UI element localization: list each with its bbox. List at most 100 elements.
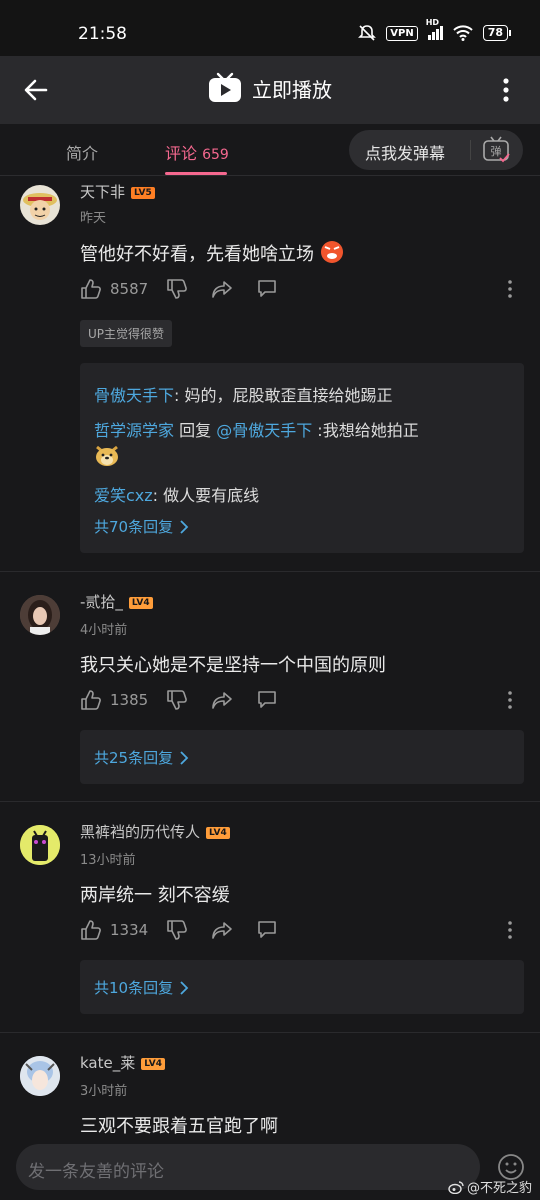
tab-intro[interactable]: 简介 <box>66 140 98 164</box>
username[interactable]: 黑裤裆的历代传人 LV4 <box>80 821 230 842</box>
watermark-text: @不死之豹 <box>466 1181 532 1196</box>
like-button[interactable]: 1334 <box>80 919 148 941</box>
level-badge: LV4 <box>141 1058 165 1070</box>
danmaku-button-label: 点我发弹幕 <box>365 144 446 163</box>
comment-text: 管他好不好看，先看她啥立场 <box>80 240 344 266</box>
tab-comments[interactable]: 评论 659 <box>165 140 229 164</box>
comment-item: 天下非 LV5 昨天 管他好不好看，先看她啥立场 8587 UP主觉得很赞 骨傲天… <box>0 177 540 572</box>
view-all-replies-label: 共10条回复 <box>94 979 174 997</box>
view-all-replies-label: 共70条回复 <box>94 518 174 536</box>
watermark: @不死之豹 <box>448 1177 532 1196</box>
like-count: 8587 <box>110 280 149 298</box>
wifi-icon <box>452 25 473 41</box>
share-button[interactable] <box>211 689 233 711</box>
level-badge: LV5 <box>131 187 155 199</box>
view-all-replies[interactable]: 共10条回复 <box>94 977 189 998</box>
status-bar: 21:58 VPN HD 78 <box>0 0 540 56</box>
reply-line[interactable]: 爱笑cxz: 做人要有底线 <box>94 482 259 506</box>
up-liked-badge: UP主觉得很赞 <box>80 320 173 347</box>
username-text: 天下非 <box>80 183 126 201</box>
avatar[interactable] <box>20 185 60 225</box>
avatar[interactable] <box>20 1056 60 1096</box>
reply-username[interactable]: 爱笑cxz <box>94 486 153 505</box>
share-button[interactable] <box>211 278 233 300</box>
view-all-replies[interactable]: 共70条回复 <box>94 516 189 537</box>
like-button[interactable]: 8587 <box>80 278 148 300</box>
username[interactable]: -贰拾_ LV4 <box>80 591 153 612</box>
like-button[interactable]: 1385 <box>80 689 148 711</box>
more-dots-icon <box>508 691 512 709</box>
page-title: 立即播放 <box>252 77 332 102</box>
username-text: kate_莱 <box>80 1054 136 1072</box>
comment-actions: 1334 <box>80 919 520 943</box>
comment-actions: 8587 <box>80 278 520 302</box>
reply-button[interactable] <box>256 278 278 300</box>
comment-more-button[interactable] <box>500 278 520 300</box>
reply-button[interactable] <box>256 919 278 941</box>
more-dots-icon <box>508 280 512 298</box>
doge-emoji-icon <box>96 445 118 466</box>
play-now[interactable]: 立即播放 <box>0 72 540 104</box>
reply-mention[interactable]: @骨傲天手下 <box>216 421 312 440</box>
comment-more-button[interactable] <box>500 689 520 711</box>
comment-item: 黑裤裆的历代传人 LV4 13小时前 两岸统一 刻不容缓 1334 共10条回复 <box>0 802 540 1033</box>
comment-bubble-icon <box>258 691 276 708</box>
username[interactable]: kate_莱 LV4 <box>80 1052 165 1073</box>
tab-bar: 简介 评论 659 点我发弹幕 弹 <box>0 124 540 176</box>
battery-icon: 78 <box>482 25 512 41</box>
top-bar: 立即播放 <box>0 56 540 124</box>
comment-time: 昨天 <box>80 211 107 226</box>
network-type: HD <box>425 18 440 27</box>
danmaku-icon-label: 弹 <box>491 144 502 158</box>
dislike-button[interactable] <box>166 278 188 300</box>
dislike-button[interactable] <box>166 919 188 941</box>
comment-bubble-icon <box>258 921 276 938</box>
status-icons: VPN HD 78 <box>358 18 512 42</box>
comment-input[interactable]: 发一条友善的评论 <box>16 1144 480 1190</box>
more-menu-icon[interactable] <box>490 74 522 106</box>
reply-to-label: 回复 <box>174 421 217 440</box>
comment-item: kate_莱 LV4 3小时前 三观不要跟着五官跑了啊 <box>0 1033 540 1137</box>
avatar[interactable] <box>20 595 60 635</box>
reply-preview[interactable]: 共25条回复 <box>80 730 524 784</box>
comment-more-button[interactable] <box>500 919 520 941</box>
thumb-up-icon <box>81 920 101 940</box>
comment-input-bar: 发一条友善的评论 @不死之豹 <box>0 1136 540 1200</box>
view-all-replies-label: 共25条回复 <box>94 749 174 767</box>
level-badge: LV4 <box>128 597 153 609</box>
thumb-up-icon <box>81 279 101 299</box>
avatar[interactable] <box>20 825 60 865</box>
dislike-button[interactable] <box>166 689 188 711</box>
comment-text: 我只关心她是不是坚持一个中国的原则 <box>80 655 386 676</box>
view-all-replies[interactable]: 共25条回复 <box>94 747 189 768</box>
more-dots-icon <box>508 921 512 939</box>
reply-text: : 妈的，屁股敢歪直接给她踢正 <box>174 386 393 405</box>
share-button[interactable] <box>211 919 233 941</box>
comment-bubble-icon <box>258 280 276 297</box>
like-count: 1385 <box>110 691 149 709</box>
comment-time: 13小时前 <box>80 853 136 868</box>
comment-actions: 1385 <box>80 689 520 713</box>
reply-text: :我想给她拍正 <box>312 421 419 440</box>
thumb-down-icon <box>167 920 187 940</box>
angry-emoji-icon <box>320 241 343 263</box>
username[interactable]: 天下非 LV5 <box>80 181 155 202</box>
chevron-right-icon <box>180 980 189 995</box>
tab-comments-count: 659 <box>202 147 229 163</box>
danmaku-button[interactable]: 点我发弹幕 弹 <box>349 130 523 170</box>
comment-text: 三观不要跟着五官跑了啊 <box>80 1116 278 1137</box>
divider <box>470 140 471 160</box>
reply-preview[interactable]: 共10条回复 <box>80 960 524 1014</box>
reply-line[interactable]: 哲学源学家 回复 @骨傲天手下 :我想给她拍正 <box>94 417 419 441</box>
comment-item: -贰拾_ LV4 4小时前 我只关心她是不是坚持一个中国的原则 1385 共25条… <box>0 572 540 802</box>
reply-username[interactable]: 哲学源学家 <box>94 421 174 440</box>
share-icon <box>212 922 232 939</box>
reply-line[interactable]: 骨傲天手下: 妈的，屁股敢歪直接给她踢正 <box>94 382 393 406</box>
comment-time: 3小时前 <box>80 1084 128 1099</box>
thumb-down-icon <box>167 279 187 299</box>
reply-preview[interactable]: 骨傲天手下: 妈的，屁股敢歪直接给她踢正 哲学源学家 回复 @骨傲天手下 :我想… <box>80 363 524 553</box>
reply-username[interactable]: 骨傲天手下 <box>94 386 174 405</box>
reply-button[interactable] <box>256 689 278 711</box>
vpn-badge: VPN <box>386 25 418 41</box>
danmaku-settings-icon[interactable]: 弹 <box>481 135 511 165</box>
